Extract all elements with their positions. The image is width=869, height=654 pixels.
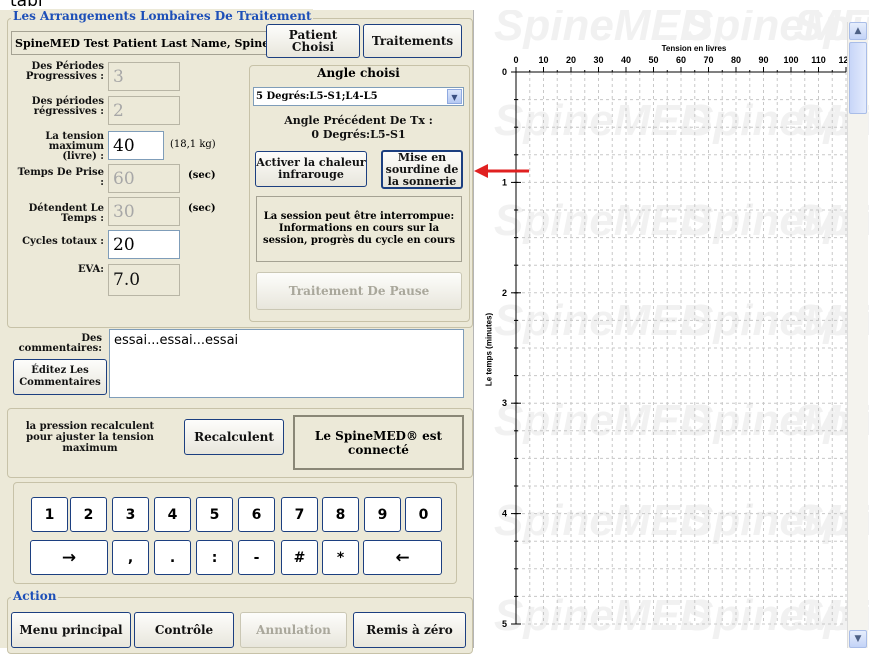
vas-label: EVA: [77, 264, 104, 275]
max-tension-field[interactable]: 40 [108, 131, 164, 160]
key-period[interactable]: . [154, 540, 191, 575]
x-tick-label: 100 [783, 55, 798, 65]
progressive-periods-field: 3 [108, 62, 180, 91]
control-button[interactable]: Contrôle [134, 612, 234, 648]
x-tick-label: 20 [566, 55, 576, 65]
scroll-up-icon[interactable]: ▲ [849, 22, 867, 40]
x-tick-label: 10 [538, 55, 548, 65]
comments-label: Des commentaires: [18, 333, 102, 354]
patient-name-field: SpineMED Test Patient Last Name, Spine [11, 31, 267, 55]
key-backspace-arrow[interactable]: ← [363, 540, 442, 575]
action-title: Action [11, 589, 59, 603]
angle-select[interactable]: 5 Degrés:L5-S1;L4-L5 ▼ [253, 87, 464, 106]
key-asterisk[interactable]: * [322, 540, 359, 575]
red-arrow-icon [474, 164, 529, 178]
x-tick-label: 80 [731, 55, 741, 65]
pause-treatment-button[interactable]: Traitement De Pause [256, 272, 462, 310]
reset-button[interactable]: Remis à zéro [353, 612, 466, 648]
key-2[interactable]: 2 [70, 497, 107, 532]
tension-time-chart: SpineMEDSpineMEDSpineMEDSpineMEDSpineMED… [494, 10, 869, 640]
angle-title: Angle choisi [317, 66, 400, 80]
previous-angle-value: 0 Degrés:L5-S1 [311, 128, 406, 141]
key-8[interactable]: 8 [322, 497, 359, 532]
max-tension-kg: (18,1 kg) [170, 139, 216, 150]
relax-time-field: 30 [108, 197, 180, 226]
y-tick-label: 4 [502, 509, 507, 519]
key-hash[interactable]: # [281, 540, 318, 575]
edit-comments-button[interactable]: Éditez Les Commentaires [13, 359, 107, 395]
progressive-periods-label: Des Périodes Progressives : [25, 61, 104, 82]
chart-container: SpineMEDSpineMEDSpineMEDSpineMEDSpineMED… [473, 10, 869, 648]
scroll-down-icon[interactable]: ▼ [849, 630, 867, 648]
y-tick-label: 3 [502, 398, 507, 408]
relax-time-unit: (sec) [188, 203, 216, 214]
x-tick-label: 40 [621, 55, 631, 65]
watermark-text: SpineMED [494, 96, 712, 145]
hold-time-field: 60 [108, 164, 180, 193]
x-tick-label: 90 [758, 55, 768, 65]
x-tick-label: 0 [513, 55, 518, 65]
hold-time-label: Temps De Prise : [17, 167, 104, 188]
x-tick-label: 60 [676, 55, 686, 65]
key-6[interactable]: 6 [238, 497, 275, 532]
chevron-down-icon[interactable]: ▼ [447, 89, 462, 104]
regressive-periods-field: 2 [108, 96, 180, 125]
x-tick-label: 50 [648, 55, 658, 65]
recalculate-button[interactable]: Recalculent [184, 419, 284, 455]
key-colon[interactable]: : [196, 540, 233, 575]
hold-time-unit: (sec) [188, 170, 216, 181]
key-comma[interactable]: , [112, 540, 149, 575]
y-tick-label: 0 [502, 67, 507, 77]
vertical-scrollbar[interactable]: ▲ ▼ [847, 22, 868, 648]
choose-patient-button[interactable]: Patient Choisi [266, 24, 360, 58]
angle-select-value: 5 Degrés:L5-S1;L4-L5 [256, 91, 378, 102]
key-dash[interactable]: - [238, 540, 275, 575]
total-cycles-label: Cycles totaux : [22, 236, 104, 247]
key-0[interactable]: 0 [405, 497, 442, 532]
recalc-text: la pression recalculent pour ajuster la … [25, 421, 155, 454]
key-9[interactable]: 9 [364, 497, 401, 532]
y-tick-label: 5 [502, 619, 507, 629]
x-tick-label: 110 [811, 55, 826, 65]
mute-buzzer-button[interactable]: Mise en sourdine de la sonnerie [381, 150, 463, 189]
watermark-text: SpineMED [494, 496, 712, 545]
infrared-heat-button[interactable]: Activer la chaleur infrarouge [255, 151, 367, 187]
key-right-arrow[interactable]: → [30, 540, 108, 575]
relax-time-label: Détendent Le Temps : [28, 203, 104, 224]
session-info-box: La session peut être interrompue: Inform… [256, 196, 462, 262]
connection-status: Le SpineMED® est connecté [293, 415, 464, 470]
main-menu-button[interactable]: Menu principal [11, 612, 131, 648]
max-tension-label: La tension maximum (livre) : [45, 131, 104, 162]
y-axis-label: Le temps (minutes) [484, 312, 494, 387]
scroll-thumb[interactable] [849, 42, 867, 114]
watermark-text: SpineMED [494, 591, 712, 640]
cancel-button[interactable]: Annulation [240, 612, 347, 648]
x-axis-label: Tension en livres [661, 44, 727, 53]
treatments-button[interactable]: Traitements [363, 24, 462, 58]
key-4[interactable]: 4 [154, 497, 191, 532]
x-tick-label: 70 [703, 55, 713, 65]
key-3[interactable]: 3 [112, 497, 149, 532]
y-tick-label: 2 [502, 288, 507, 298]
total-cycles-field[interactable]: 20 [108, 230, 180, 259]
vas-field: 7.0 [108, 264, 180, 296]
comments-field[interactable]: essai...essai...essai [109, 329, 464, 398]
key-5[interactable]: 5 [196, 497, 233, 532]
key-7[interactable]: 7 [281, 497, 318, 532]
key-1[interactable]: 1 [31, 497, 68, 532]
previous-angle-title: Angle Précédent De Tx : [284, 114, 433, 127]
x-tick-label: 30 [593, 55, 603, 65]
settings-group-title: Les Arrangements Lombaires De Traitement [11, 9, 314, 23]
regressive-periods-label: Des périodes régressives : [31, 96, 104, 117]
